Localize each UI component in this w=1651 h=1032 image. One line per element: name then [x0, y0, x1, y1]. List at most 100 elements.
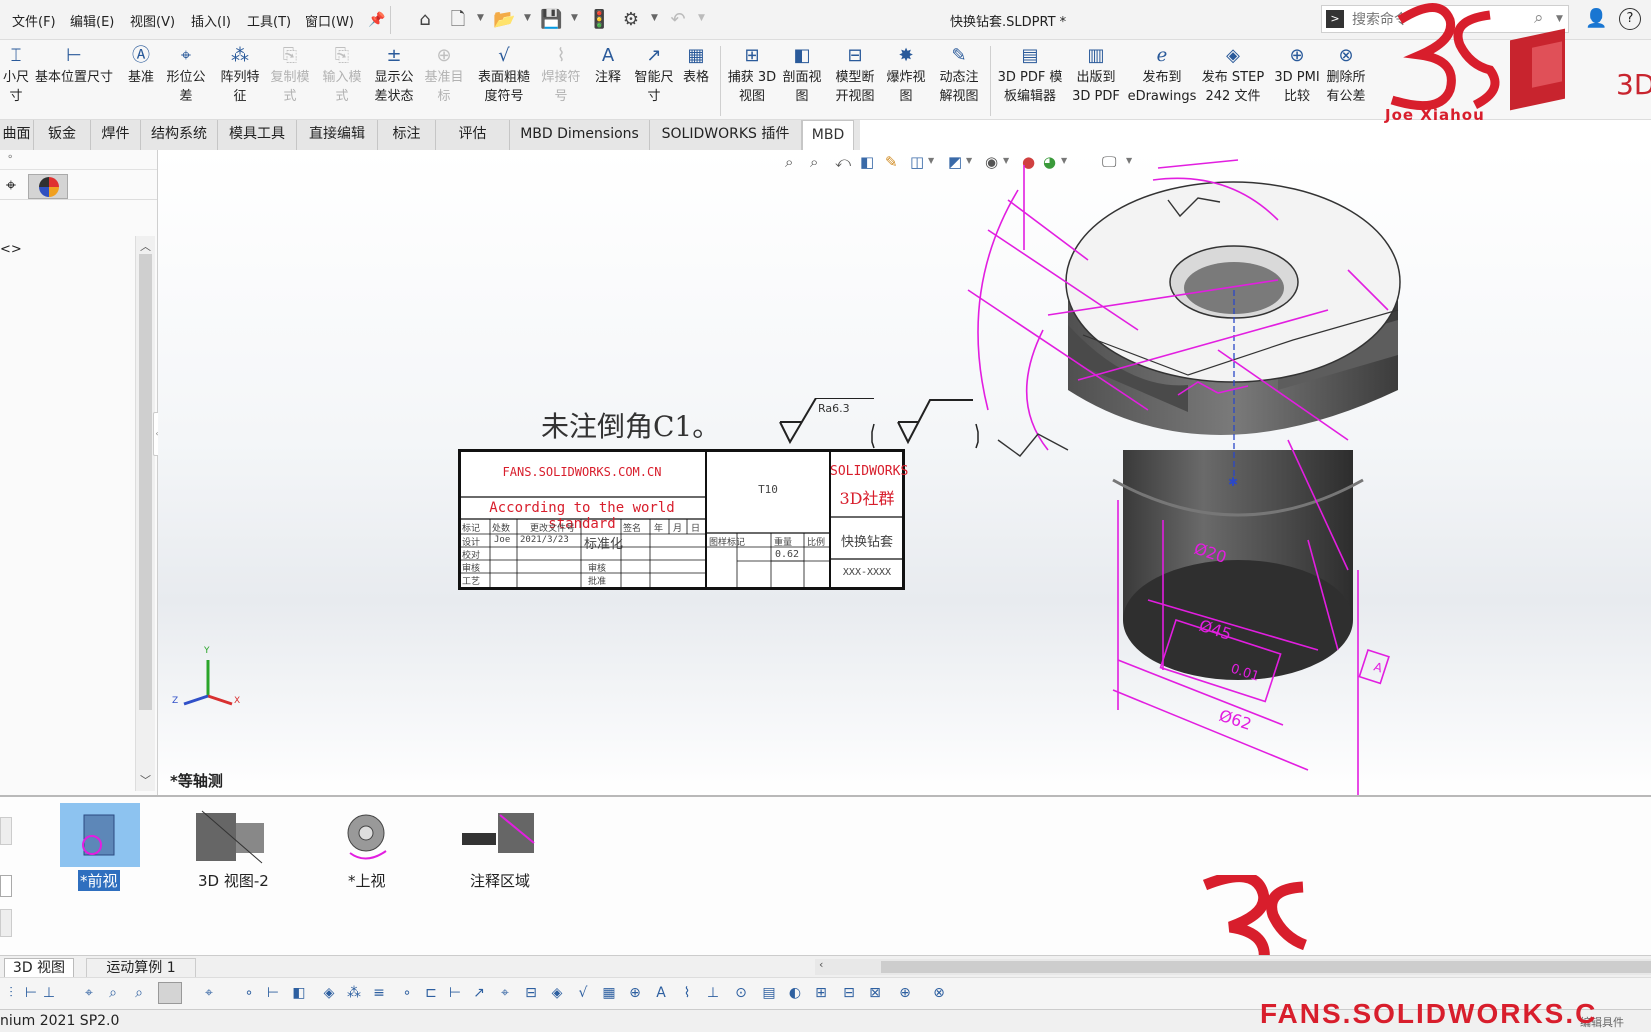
ribbon-button-edrawings[interactable]: ℯ 发布到 eDrawings: [1126, 44, 1198, 106]
tab-9[interactable]: SOLIDWORKS 插件: [650, 120, 802, 150]
undo-icon[interactable]: ↶: [667, 9, 689, 31]
tab-6[interactable]: 标注: [378, 120, 436, 150]
mbd-tool-icon[interactable]: ⊗: [930, 984, 948, 1002]
mbd-tool-icon[interactable]: ⊥: [40, 984, 58, 1002]
mbd-tool-icon[interactable]: A: [652, 984, 670, 1002]
search-input[interactable]: [1352, 10, 1522, 30]
ribbon-button-smart-dim[interactable]: ↗ 智能尺寸: [630, 44, 678, 106]
ribbon-button-step[interactable]: ◈ 发布 STEP 242 文件: [1198, 44, 1268, 106]
scrollbar-thumb[interactable]: [139, 254, 152, 710]
scroll-down-icon[interactable]: ﹀: [140, 772, 151, 788]
ribbon-button-location-dim[interactable]: ⊢ 基本位置尺寸: [30, 44, 118, 87]
gear-icon[interactable]: ⚙: [620, 9, 642, 31]
ribbon-button-dynamic-annotation[interactable]: ✎ 动态注 解视图: [933, 44, 985, 106]
ribbon-button-delete-tolerance[interactable]: ⊗ 删除所 有公差: [1322, 44, 1370, 106]
mbd-tool-icon[interactable]: ∘: [398, 984, 416, 1002]
horizontal-scrollbar[interactable]: ‹: [815, 958, 1651, 975]
ribbon-button-pattern[interactable]: ⁂ 阵列特征: [214, 44, 266, 106]
chevron-down-icon[interactable]: ▼: [1556, 14, 1563, 24]
ribbon-button-surface-finish[interactable]: √ 表面粗糙 度符号: [472, 44, 536, 106]
menu-tools[interactable]: 工具(T): [247, 11, 291, 30]
chevron-down-icon[interactable]: ▼: [477, 13, 484, 23]
tab-2[interactable]: 焊件: [91, 120, 141, 150]
tab-8[interactable]: MBD Dimensions: [510, 120, 650, 150]
ribbon-button-break-view[interactable]: ⊟ 模型断 开视图: [830, 44, 880, 106]
ribbon-button-gtol[interactable]: ⌖ 形位公差: [160, 44, 212, 106]
ribbon-button-dim[interactable]: ⌶ 小尺寸: [0, 44, 32, 106]
view-label-3d-view-2[interactable]: 3D 视图-2: [198, 870, 269, 891]
view-label-top[interactable]: *上视: [348, 870, 386, 891]
search-icon[interactable]: ⌕: [1534, 8, 1544, 28]
view-thumb-annotation-area[interactable]: [460, 803, 540, 867]
mbd-tool-icon[interactable]: ∘: [240, 984, 258, 1002]
panel-grip-icon[interactable]: ⚬: [6, 152, 14, 163]
tab-5[interactable]: 直接编辑: [297, 120, 378, 150]
mbd-tool-icon[interactable]: ⊢: [264, 984, 282, 1002]
palette-side-button[interactable]: [0, 817, 12, 845]
mbd-tool-icon[interactable]: ⊥: [704, 984, 722, 1002]
view-thumb-top[interactable]: [330, 803, 410, 867]
mbd-tool-icon[interactable]: ⫶: [2, 984, 20, 1002]
mbd-tool-icon[interactable]: ⌕: [104, 984, 122, 1002]
mbd-tool-icon[interactable]: ⌖: [496, 984, 514, 1002]
mbd-tool-icon[interactable]: ≡: [370, 984, 388, 1002]
mbd-tool-icon[interactable]: ⌕: [130, 984, 148, 1002]
mbd-tool-icon[interactable]: ⊙: [732, 984, 750, 1002]
chevron-down-icon[interactable]: ▼: [524, 13, 531, 23]
tab-3[interactable]: 结构系统: [141, 120, 218, 150]
mbd-tool-icon[interactable]: ⊟: [840, 984, 858, 1002]
view-thumb-3d-view-2[interactable]: [192, 803, 272, 867]
view-orientation-icon[interactable]: ◫: [910, 153, 924, 171]
mbd-tool-icon[interactable]: ◐: [786, 984, 804, 1002]
ribbon-button-note[interactable]: A 注释: [588, 44, 628, 87]
mbd-tool-icon[interactable]: ⊠: [866, 984, 884, 1002]
menu-window[interactable]: 窗口(W): [305, 11, 354, 30]
mbd-tool-icon[interactable]: ⊞: [812, 984, 830, 1002]
diameter-dimension-d62[interactable]: Ø62: [1217, 706, 1254, 734]
ribbon-button-datum[interactable]: Ⓐ 基准: [124, 44, 158, 87]
tab-0[interactable]: 曲面: [0, 120, 34, 150]
zoom-area-icon[interactable]: ⌕: [810, 153, 818, 171]
scrollbar-thumb[interactable]: [881, 961, 1651, 973]
scroll-up-icon[interactable]: ︿: [140, 238, 151, 254]
mbd-tool-icon[interactable]: ◧: [290, 984, 308, 1002]
previous-view-icon[interactable]: ⤺: [835, 153, 851, 171]
mbd-tool-icon[interactable]: ↗: [470, 984, 488, 1002]
mbd-tool-icon[interactable]: ⊢: [22, 984, 40, 1002]
open-folder-icon[interactable]: 📂: [493, 9, 515, 31]
search-command-box[interactable]: > ⌕ ▼: [1321, 5, 1569, 33]
tree-scrollbar[interactable]: ︿ ﹀: [135, 236, 155, 791]
tab-4[interactable]: 模具工具: [218, 120, 297, 150]
save-icon[interactable]: 💾: [540, 9, 562, 31]
ribbon-button-pmi-compare[interactable]: ⊕ 3D PMI 比较: [1272, 44, 1322, 106]
tree-root-item[interactable]: <>: [0, 242, 22, 257]
zoom-to-fit-icon[interactable]: ⌕: [785, 153, 793, 171]
part-model-3d[interactable]: ✱ Ø20 Ø45 Ø62 0.01 A: [948, 150, 1651, 795]
view-label-annotation-area[interactable]: 注释区域: [470, 870, 530, 891]
graphics-area[interactable]: ⌕ ⌕ ⤺ ◧ ✎ ◫ ▼ ◩ ▼ ◉ ▼ ● ◕ ▼ 🖵 ▼ 未注倒角C1。 …: [158, 150, 1651, 795]
user-account-icon[interactable]: 👤: [1585, 8, 1607, 29]
tab-10[interactable]: MBD: [802, 120, 854, 150]
ribbon-button-weld-symbol[interactable]: ⌇ 焊接符号: [536, 44, 586, 106]
home-icon[interactable]: ⌂: [414, 9, 436, 31]
palette-side-button[interactable]: [0, 909, 12, 937]
rebuild-traffic-light-icon[interactable]: 🚦: [588, 9, 610, 31]
ribbon-button-publish-pdf[interactable]: ▥ 出版到 3D PDF: [1068, 44, 1124, 106]
menu-edit[interactable]: 编辑(E): [70, 11, 114, 30]
mbd-tool-icon[interactable]: ▦: [600, 984, 618, 1002]
mbd-tool-icon[interactable]: ⊟: [522, 984, 540, 1002]
mbd-tool-icon[interactable]: √: [574, 984, 592, 1002]
mbd-tool-icon[interactable]: ⌖: [200, 984, 218, 1002]
tab-7[interactable]: 评估: [436, 120, 510, 150]
ribbon-button-pdf-template[interactable]: ▤ 3D PDF 模板编辑器: [996, 44, 1064, 106]
mbd-tool-icon[interactable]: ⊕: [896, 984, 914, 1002]
mbd-tool-icon[interactable]: ⁂: [345, 984, 363, 1002]
help-icon[interactable]: ?: [1619, 8, 1641, 30]
ribbon-button-import-scheme[interactable]: ⎘ 输入模式: [316, 44, 368, 106]
palette-dropdown[interactable]: [0, 875, 12, 897]
ribbon-button-copy-scheme[interactable]: ⎘ 复制模式: [264, 44, 316, 106]
tab-motion-study[interactable]: 运动算例 1: [86, 958, 196, 978]
mbd-tool-icon[interactable]: ⊢: [446, 984, 464, 1002]
ribbon-button-section-view[interactable]: ◧ 剖面视图: [777, 44, 827, 106]
display-manager-tab[interactable]: [28, 174, 68, 199]
